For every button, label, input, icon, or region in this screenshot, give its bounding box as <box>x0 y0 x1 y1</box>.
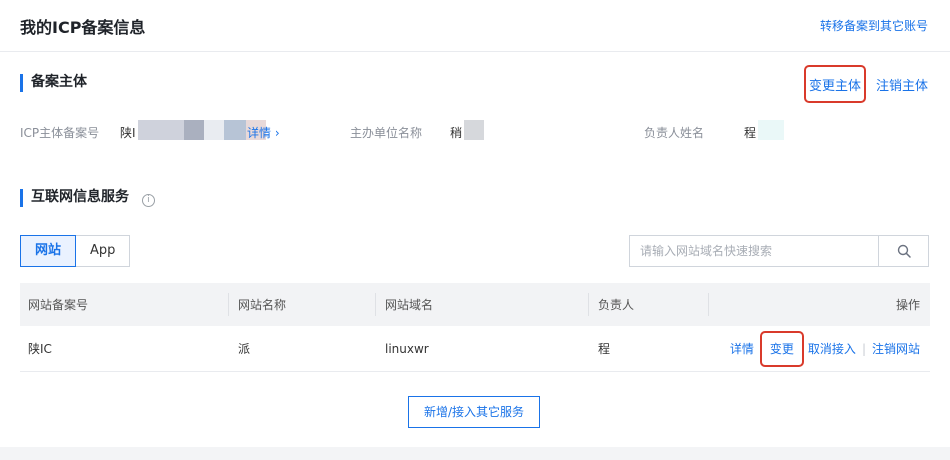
org-name-value: 稍 <box>450 126 463 140</box>
service-type-tabs: 网站 App <box>20 235 131 267</box>
col-record-no: 网站备案号 <box>28 298 89 312</box>
redacted-block <box>224 120 246 140</box>
subject-section-title: 备案主体 <box>20 74 87 92</box>
separator: | <box>861 341 866 356</box>
column-divider <box>708 293 709 316</box>
icp-page: 我的ICP备案信息 转移备案到其它账号 备案主体 变更主体 注销主体 ICP主体… <box>0 0 950 460</box>
redacted-block <box>204 120 224 140</box>
redacted-block <box>464 120 484 140</box>
column-divider <box>588 293 589 316</box>
owner-name-label: 负责人姓名 <box>644 126 705 140</box>
change-subject-button[interactable]: 变更主体 <box>804 65 866 103</box>
actions-cell: 详情 变更 取消接入 | 注销网站 <box>730 326 920 371</box>
column-divider <box>375 293 376 316</box>
subject-info-row: ICP主体备案号 陕I 详情 › 主办单位名称 稍 负责人姓名 程 <box>20 120 930 142</box>
redacted-block <box>758 120 784 140</box>
row-change-button[interactable]: 变更 <box>759 330 804 367</box>
footer-band <box>0 447 950 460</box>
tab-website[interactable]: 网站 <box>20 235 77 267</box>
info-icon[interactable]: i <box>141 194 155 207</box>
redacted-block <box>184 120 204 140</box>
icp-detail-link[interactable]: 详情 › <box>247 124 280 141</box>
table-header: 网站备案号 网站名称 网站域名 负责人 操作 <box>20 283 930 326</box>
col-site-name: 网站名称 <box>238 298 287 312</box>
row-deregister-link[interactable]: 注销网站 <box>872 340 920 357</box>
domain-cell: linuxwr <box>385 341 429 356</box>
page-title: 我的ICP备案信息 <box>20 18 146 37</box>
col-actions: 操作 <box>895 298 920 312</box>
icp-number-value: 陕I <box>120 126 136 140</box>
col-owner: 负责人 <box>598 298 635 312</box>
add-service-button[interactable]: 新增/接入其它服务 <box>408 396 540 428</box>
transfer-record-link[interactable]: 转移备案到其它账号 <box>820 17 928 34</box>
domain-search <box>629 235 929 267</box>
record-no-cell: 陕IC <box>28 342 52 356</box>
redacted-block <box>138 120 184 140</box>
cancel-subject-button[interactable]: 注销主体 <box>876 75 928 94</box>
page-header: 我的ICP备案信息 转移备案到其它账号 <box>0 0 950 52</box>
domain-search-input[interactable] <box>630 236 878 266</box>
services-section-label: 互联网信息服务 <box>31 189 129 205</box>
tab-app[interactable]: App <box>76 235 131 267</box>
row-detail-link[interactable]: 详情 <box>730 340 754 357</box>
column-divider <box>228 293 229 316</box>
col-domain: 网站域名 <box>385 298 434 312</box>
table-row: 陕IC 派 linuxwr 程 详情 变更 取消接入 | 注销网站 <box>20 326 930 372</box>
owner-name-value: 程 <box>744 126 757 140</box>
subject-section-label: 备案主体 <box>31 74 87 90</box>
website-table: 网站备案号 网站名称 网站域名 负责人 操作 陕IC 派 linuxwr 程 详… <box>20 283 930 372</box>
icp-number-label: ICP主体备案号 <box>20 126 100 140</box>
site-name-cell: 派 <box>238 342 251 356</box>
search-button[interactable] <box>878 236 928 266</box>
org-name-label: 主办单位名称 <box>350 126 423 140</box>
services-section-title: 互联网信息服务 i <box>20 189 155 207</box>
owner-cell: 程 <box>598 342 611 356</box>
search-icon <box>897 244 911 258</box>
chevron-right-icon: › <box>274 126 280 140</box>
row-cancel-access-link[interactable]: 取消接入 <box>808 340 856 357</box>
